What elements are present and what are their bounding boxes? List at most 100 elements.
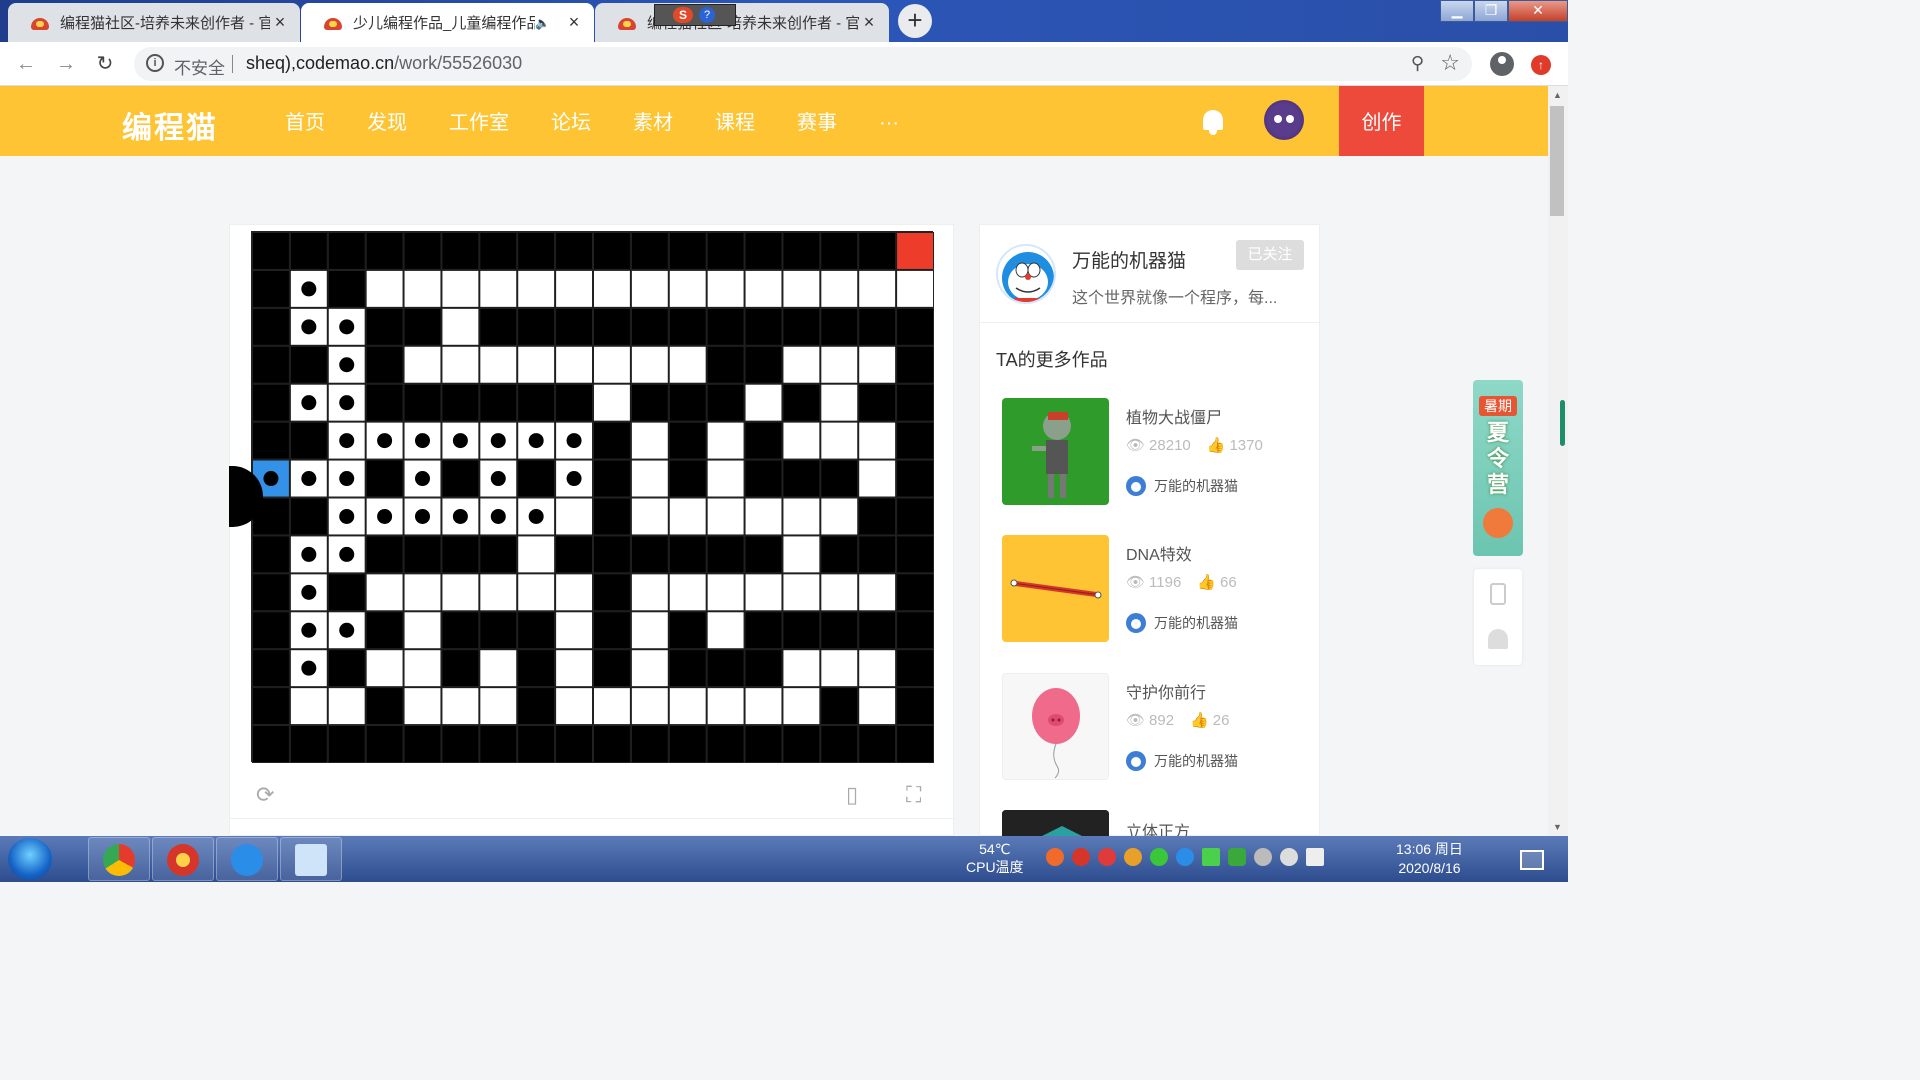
action-center-icon[interactable] <box>1520 850 1544 870</box>
work-title[interactable]: 立体正方 <box>1126 818 1190 836</box>
user-avatar[interactable] <box>1264 100 1304 140</box>
maze-cell <box>820 725 859 763</box>
tab-close-icon[interactable]: × <box>859 12 879 33</box>
work-author[interactable]: 万能的机器猫 <box>1126 613 1238 633</box>
author-name[interactable]: 万能的机器猫 <box>1072 246 1186 273</box>
restore-button[interactable]: ❐ <box>1474 0 1508 22</box>
maze-cell <box>744 725 783 763</box>
user-tray-icon[interactable] <box>1124 848 1142 866</box>
signal-icon[interactable] <box>1306 848 1324 866</box>
nav-more[interactable]: ··· <box>879 86 899 156</box>
ime-toolbar[interactable]: S ? <box>654 4 736 26</box>
maze-svg[interactable] <box>252 232 934 763</box>
follow-button[interactable]: 已关注 <box>1236 240 1304 270</box>
notification-bell-icon[interactable] <box>1488 629 1508 649</box>
nav-studio[interactable]: 工作室 <box>449 86 509 156</box>
create-button[interactable]: 创作 <box>1339 86 1424 156</box>
nav-courses[interactable]: 课程 <box>715 86 755 156</box>
nav-contests[interactable]: 赛事 <box>797 86 837 156</box>
maze-cell <box>555 497 594 536</box>
scroll-down-icon[interactable]: ▼ <box>1553 822 1562 832</box>
scroll-up-icon[interactable]: ▲ <box>1553 90 1562 100</box>
taskbar-chrome[interactable] <box>88 837 150 881</box>
restart-icon[interactable]: ⟳ <box>256 782 274 808</box>
mobile-app-icon[interactable] <box>1490 583 1506 605</box>
tab-close-icon[interactable]: × <box>270 12 290 33</box>
browser-tab-1[interactable]: 编程猫社区-培养未来创作者 - 官 × <box>8 3 300 42</box>
nav-discover[interactable]: 发现 <box>367 86 407 156</box>
minimize-button[interactable]: ▁ <box>1440 0 1474 22</box>
work-thumbnail[interactable] <box>1002 673 1109 780</box>
site-logo[interactable]: 编程猫 <box>122 103 218 147</box>
mobile-view-icon[interactable]: ▯ <box>846 782 858 808</box>
start-button-icon[interactable] <box>8 838 52 880</box>
sogou-ime-icon[interactable]: S <box>673 7 693 23</box>
new-tab-button[interactable]: + <box>898 4 932 38</box>
cpu-temperature[interactable]: 54℃ CPU温度 <box>966 840 1024 876</box>
work-title[interactable]: DNA特效 <box>1126 541 1192 565</box>
address-bar[interactable]: i 不安全 sheq),codemao.cn/work/55526030 ⚲ ☆ <box>134 47 1472 81</box>
maze-cell <box>555 383 594 422</box>
maze-cell <box>403 649 442 688</box>
tools-tray-icon[interactable] <box>1254 848 1272 866</box>
work-title[interactable]: 植物大战僵尸 <box>1126 404 1222 428</box>
work-thumbnail[interactable] <box>1002 398 1109 505</box>
work-title[interactable]: 守护你前行 <box>1126 679 1206 703</box>
record-tray-icon[interactable] <box>1098 848 1116 866</box>
taskbar-clock[interactable]: 13:06 周日 2020/8/16 <box>1396 840 1463 878</box>
maze-cell <box>441 383 480 422</box>
fullscreen-icon[interactable]: ⛶ <box>906 782 921 808</box>
shield-tray-icon[interactable] <box>1228 848 1246 866</box>
dingtalk-tray-icon[interactable] <box>1176 848 1194 866</box>
work-thumbnail[interactable] <box>1002 535 1109 642</box>
nav-forum[interactable]: 论坛 <box>551 86 591 156</box>
maze-cell <box>479 535 518 574</box>
profile-icon[interactable] <box>1490 52 1514 76</box>
summer-camp-banner[interactable]: 暑期 夏令营 <box>1473 380 1523 556</box>
work-item-dna[interactable]: DNA特效 👁 1196 👍 66 万能的机器猫 <box>1002 535 1302 645</box>
reload-icon[interactable]: ↻ <box>93 52 117 76</box>
nav-home[interactable]: 首页 <box>285 86 325 156</box>
work-item-cube[interactable]: 立体正方 <box>1002 810 1302 836</box>
zoom-icon[interactable]: ⚲ <box>1411 53 1424 74</box>
maze-cell <box>706 232 745 270</box>
browser-tray-icon[interactable] <box>1046 848 1064 866</box>
taskbar-explorer[interactable] <box>280 837 342 881</box>
close-window-button[interactable]: ✕ <box>1508 0 1568 22</box>
taskbar-petrochina[interactable] <box>152 837 214 881</box>
work-author-name: 万能的机器猫 <box>1154 753 1238 769</box>
maze-cell <box>252 649 290 688</box>
bookmark-star-icon[interactable]: ☆ <box>1440 50 1460 76</box>
scrollbar-thumb[interactable] <box>1550 106 1564 216</box>
forward-arrow-icon[interactable]: → <box>54 52 78 76</box>
site-info-icon[interactable]: i <box>146 54 164 72</box>
work-thumbnail[interactable] <box>1002 810 1109 836</box>
network-bars-icon[interactable] <box>1202 848 1220 866</box>
maze-cell <box>668 725 707 763</box>
maze-cell <box>555 649 594 688</box>
taskbar-dingtalk[interactable] <box>216 837 278 881</box>
audio-playing-icon[interactable]: 🔈 <box>535 16 550 30</box>
page-scrollbar[interactable]: ▲ ▼ <box>1548 86 1568 836</box>
update-available-icon[interactable]: ↑ <box>1531 55 1551 75</box>
back-arrow-icon[interactable]: ← <box>14 52 38 76</box>
work-author[interactable]: 万能的机器猫 <box>1126 751 1238 771</box>
author-avatar[interactable] <box>996 244 1056 304</box>
maze-cell <box>782 307 821 346</box>
plus-tray-icon[interactable] <box>1150 848 1168 866</box>
browser-tab-3[interactable]: 编程猫社区-培养未来创作者 - 官 × <box>595 3 889 42</box>
work-item-balloon[interactable]: 守护你前行 👁 892 👍 26 万能的机器猫 <box>1002 673 1302 783</box>
notification-bell-icon[interactable] <box>1200 108 1226 136</box>
work-author[interactable]: 万能的机器猫 <box>1126 476 1238 496</box>
author-mini-avatar <box>1126 613 1146 633</box>
volume-icon[interactable] <box>1280 848 1298 866</box>
url-text[interactable]: sheq),codemao.cn/work/55526030 <box>246 53 522 74</box>
nav-assets[interactable]: 素材 <box>633 86 673 156</box>
work-item-pvz[interactable]: 植物大战僵尸 👁 28210 👍 1370 万能的机器猫 <box>1002 398 1302 508</box>
petrochina-tray-icon[interactable] <box>1072 848 1090 866</box>
game-stage[interactable] <box>251 231 934 763</box>
maze-cell <box>668 573 707 612</box>
tab-close-icon[interactable]: × <box>564 12 584 33</box>
browser-tab-2[interactable]: 少儿编程作品_儿童编程作品 🔈 × <box>301 3 594 42</box>
help-icon[interactable]: ? <box>699 7 715 23</box>
